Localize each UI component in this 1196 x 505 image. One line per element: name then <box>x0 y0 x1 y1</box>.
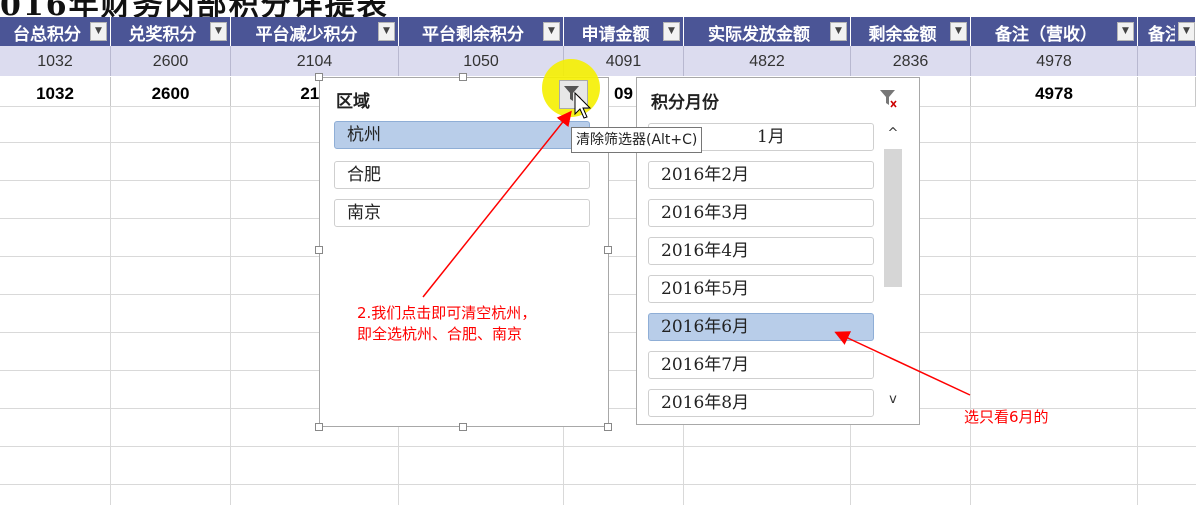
header-cell-5[interactable]: 申请金额 ▼ <box>564 17 684 46</box>
dropdown-arrow-icon[interactable]: ▼ <box>950 22 967 41</box>
resize-handle[interactable] <box>459 73 467 81</box>
annotation-line: 2.我们点击即可清空杭州， <box>357 304 537 322</box>
slicer-item-month-2[interactable]: 2016年2月 <box>648 161 874 189</box>
cell[interactable]: 4978 <box>971 46 1138 76</box>
annotation-line: 即全选杭州、合肥、南京 <box>357 325 523 343</box>
header-cell-6[interactable]: 实际发放金额 ▼ <box>684 17 851 46</box>
clear-filter-tooltip: 清除筛选器(Alt+C) <box>571 127 703 153</box>
clear-filter-button[interactable] <box>559 80 588 109</box>
scrollbar-thumb[interactable] <box>884 149 902 287</box>
header-cell-8[interactable]: 备注（营收） ▼ <box>971 17 1138 46</box>
header-cell-2[interactable]: 兑奖积分 ▼ <box>111 17 231 46</box>
slicer-region[interactable]: 区域 杭州 合肥 南京 <box>319 77 609 427</box>
dropdown-arrow-icon[interactable]: ▼ <box>1178 22 1195 41</box>
total-cell[interactable] <box>1138 77 1196 106</box>
slicer-title: 区域 <box>336 92 370 112</box>
resize-handle[interactable] <box>604 246 612 254</box>
dropdown-arrow-icon[interactable]: ▼ <box>663 22 680 41</box>
slicer-item-nanjing[interactable]: 南京 <box>334 199 590 227</box>
slicer-item-month-8[interactable]: 2016年8月 <box>648 389 874 417</box>
scroll-up-icon[interactable]: ^ <box>882 123 904 145</box>
annotation-note-clear: 2.我们点击即可清空杭州， 即全选杭州、合肥、南京 <box>357 303 536 345</box>
header-label: 申请金额 <box>581 25 650 45</box>
filter-clear-icon[interactable] <box>877 85 903 111</box>
total-cell[interactable]: 1032 <box>0 77 111 106</box>
dropdown-arrow-icon[interactable]: ▼ <box>830 22 847 41</box>
header-label: 剩余金额 <box>868 25 937 45</box>
total-cell[interactable]: 2600 <box>111 77 231 106</box>
cell[interactable]: 1050 <box>399 46 564 76</box>
header-cell-7[interactable]: 剩余金额 ▼ <box>851 17 971 46</box>
slicer-item-hangzhou[interactable]: 杭州 <box>334 121 590 149</box>
resize-handle[interactable] <box>604 423 612 431</box>
annotation-note-june: 选只看6月的 <box>964 408 1049 426</box>
header-cell-4[interactable]: 平台剩余积分 ▼ <box>399 17 564 46</box>
scroll-down-icon[interactable]: v <box>882 389 904 411</box>
resize-handle[interactable] <box>315 73 323 81</box>
resize-handle[interactable] <box>315 423 323 431</box>
dropdown-arrow-icon[interactable]: ▼ <box>210 22 227 41</box>
slicer-item-hefei[interactable]: 合肥 <box>334 161 590 189</box>
cell[interactable]: 2104 <box>231 46 399 76</box>
header-label: 备注 <box>1148 25 1175 45</box>
dropdown-arrow-icon[interactable]: ▼ <box>1117 22 1134 41</box>
header-label: 平台减少积分 <box>255 25 358 45</box>
header-label: 兑奖积分 <box>128 25 197 45</box>
header-label: 实际发放金额 <box>708 25 810 45</box>
header-cell-3[interactable]: 平台减少积分 ▼ <box>231 17 399 46</box>
header-label: 备注（营收） <box>995 25 1097 45</box>
header-cell-9[interactable]: 备注 ▼ <box>1138 17 1196 46</box>
filter-clear-icon <box>564 86 581 104</box>
slicer-scrollbar[interactable]: ^ v <box>882 123 904 413</box>
cell[interactable] <box>1138 46 1196 76</box>
dropdown-arrow-icon[interactable]: ▼ <box>90 22 107 41</box>
slicer-item-month-6[interactable]: 2016年6月 <box>648 313 874 341</box>
cell[interactable]: 2836 <box>851 46 971 76</box>
slicer-item-month-5[interactable]: 2016年5月 <box>648 275 874 303</box>
dropdown-arrow-icon[interactable]: ▼ <box>378 22 395 41</box>
slicer-title: 积分月份 <box>651 93 719 113</box>
slicer-item-month-7[interactable]: 2016年7月 <box>648 351 874 379</box>
total-cell[interactable]: 4978 <box>971 77 1138 106</box>
slicer-item-month-3[interactable]: 2016年3月 <box>648 199 874 227</box>
resize-handle[interactable] <box>315 246 323 254</box>
cell[interactable]: 1032 <box>0 46 111 76</box>
cell[interactable]: 4091 <box>564 46 684 76</box>
header-cell-1[interactable]: 台总积分 ▼ <box>0 17 111 46</box>
cell[interactable]: 4822 <box>684 46 851 76</box>
dropdown-arrow-icon[interactable]: ▼ <box>543 22 560 41</box>
cell[interactable]: 2600 <box>111 46 231 76</box>
slicer-item-month-4[interactable]: 2016年4月 <box>648 237 874 265</box>
resize-handle[interactable] <box>459 423 467 431</box>
header-label: 平台剩余积分 <box>422 25 524 45</box>
header-label: 台总积分 <box>13 25 81 45</box>
